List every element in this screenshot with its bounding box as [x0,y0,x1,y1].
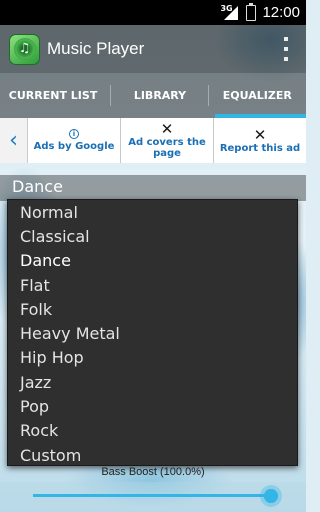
bass-boost-slider[interactable] [0,482,306,512]
clock: 12:00 [262,4,300,21]
action-bar: ♫ Music Player [0,25,306,73]
network-type: 3G [220,3,233,13]
overflow-menu-icon[interactable] [282,37,290,61]
ad-label: Report this ad [219,142,301,154]
preset-option-selected[interactable]: Dance [8,249,297,273]
ads-by-google-button[interactable]: i Ads by Google [28,118,121,163]
bass-boost-label: Bass Boost (100.0%) [101,466,205,478]
info-icon: i [69,129,79,139]
preset-option[interactable]: Jazz [8,370,297,394]
ad-label: Ad covers the page [128,137,206,159]
close-icon: ✕ [253,125,267,144]
tab-equalizer[interactable]: EQUALIZER [209,73,306,118]
tab-bar: CURRENT LIST LIBRARY EQUALIZER [0,73,306,118]
preset-option[interactable]: Classical [8,224,297,248]
battery-icon [246,2,257,21]
status-bar: 3G 12:00 [0,0,306,25]
ad-label: Ads by Google [33,141,115,152]
ad-covers-page-button[interactable]: ✕ Ad covers the page [121,118,214,163]
preset-option[interactable]: Rock [8,419,297,443]
preset-option[interactable]: Custom [8,443,297,467]
preset-option[interactable]: Heavy Metal [8,321,297,345]
preset-option[interactable]: Normal [8,200,297,224]
preset-spinner[interactable]: Dance [0,175,306,201]
tab-current-list[interactable]: CURRENT LIST [0,73,112,118]
preset-option[interactable]: Pop [8,394,297,418]
music-disc-icon[interactable]: ♫ [9,33,40,65]
signal-icon: 3G [220,3,240,21]
preset-dropdown: Normal Classical Dance Flat Folk Heavy M… [7,199,298,466]
slider-thumb[interactable] [260,485,282,507]
chevron-left-icon[interactable]: ‹ [0,118,28,163]
slider-track [33,494,271,497]
preset-option[interactable]: Flat [8,273,297,297]
report-ad-button[interactable]: ✕ Report this ad [214,118,306,163]
current-preset: Dance [12,177,63,196]
tab-library[interactable]: LIBRARY [111,73,209,118]
ad-bar: ‹ i Ads by Google ✕ Ad covers the page ✕… [0,118,306,163]
preset-option[interactable]: Hip Hop [8,346,297,370]
preset-option[interactable]: Folk [8,297,297,321]
close-icon: ✕ [160,120,174,138]
tab-label: LIBRARY [133,89,187,102]
tab-label: CURRENT LIST [8,89,98,102]
tab-label: EQUALIZER [222,89,292,102]
app-title: Music Player [47,39,145,58]
